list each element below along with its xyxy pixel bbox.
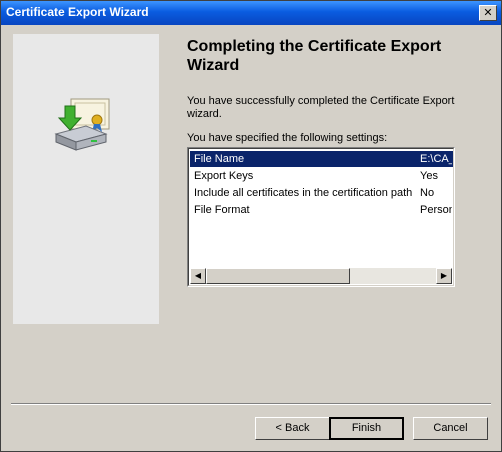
setting-name: Include all certificates in the certific… xyxy=(194,187,413,199)
certificate-export-wizard-window: Certificate Export Wizard ✕ Completing t… xyxy=(0,0,502,452)
scroll-right-icon: ▶ xyxy=(440,271,448,280)
button-separator xyxy=(11,403,491,405)
scroll-left-icon: ◀ xyxy=(194,271,202,280)
setting-name: Export Keys xyxy=(194,170,254,182)
setting-value: Yes xyxy=(420,170,438,182)
certificate-export-icon xyxy=(54,98,110,151)
wizard-side-panel xyxy=(13,34,159,324)
settings-row-include-all-certificates[interactable]: Include all certificates in the certific… xyxy=(190,185,453,201)
setting-value: No xyxy=(420,187,435,199)
finish-button[interactable]: Finish xyxy=(329,417,404,440)
certificate-icon xyxy=(70,98,110,132)
setting-value: E:\CA_ xyxy=(420,153,452,165)
settings-row-file-format[interactable]: File Format Person xyxy=(190,202,453,218)
close-button[interactable]: ✕ xyxy=(479,5,497,21)
settings-label: You have specified the following setting… xyxy=(187,132,388,144)
settings-list[interactable]: File Name E:\CA_ Export Keys Yes Include… xyxy=(187,147,455,287)
back-button[interactable]: < Back xyxy=(255,417,330,440)
settings-row-export-keys[interactable]: Export Keys Yes xyxy=(190,168,453,184)
disk-drive-icon xyxy=(54,125,108,151)
setting-name: File Format xyxy=(194,204,250,216)
wizard-heading: Completing the Certificate Export Wizard xyxy=(187,38,442,74)
horizontal-scrollbar[interactable]: ◀ ▶ xyxy=(190,268,452,284)
title-bar[interactable]: Certificate Export Wizard ✕ xyxy=(1,1,501,25)
setting-name: File Name xyxy=(194,153,245,165)
setting-value: Person xyxy=(420,204,452,216)
cancel-button[interactable]: Cancel xyxy=(413,417,488,440)
window-title: Certificate Export Wizard xyxy=(6,5,149,19)
completion-message: You have successfully completed the Cert… xyxy=(187,95,455,120)
scroll-right-button[interactable]: ▶ xyxy=(436,268,452,284)
scrollbar-thumb[interactable] xyxy=(206,268,350,284)
settings-row-file-name[interactable]: File Name E:\CA_ xyxy=(190,151,453,167)
scroll-left-button[interactable]: ◀ xyxy=(190,268,206,284)
close-icon: ✕ xyxy=(483,6,493,19)
